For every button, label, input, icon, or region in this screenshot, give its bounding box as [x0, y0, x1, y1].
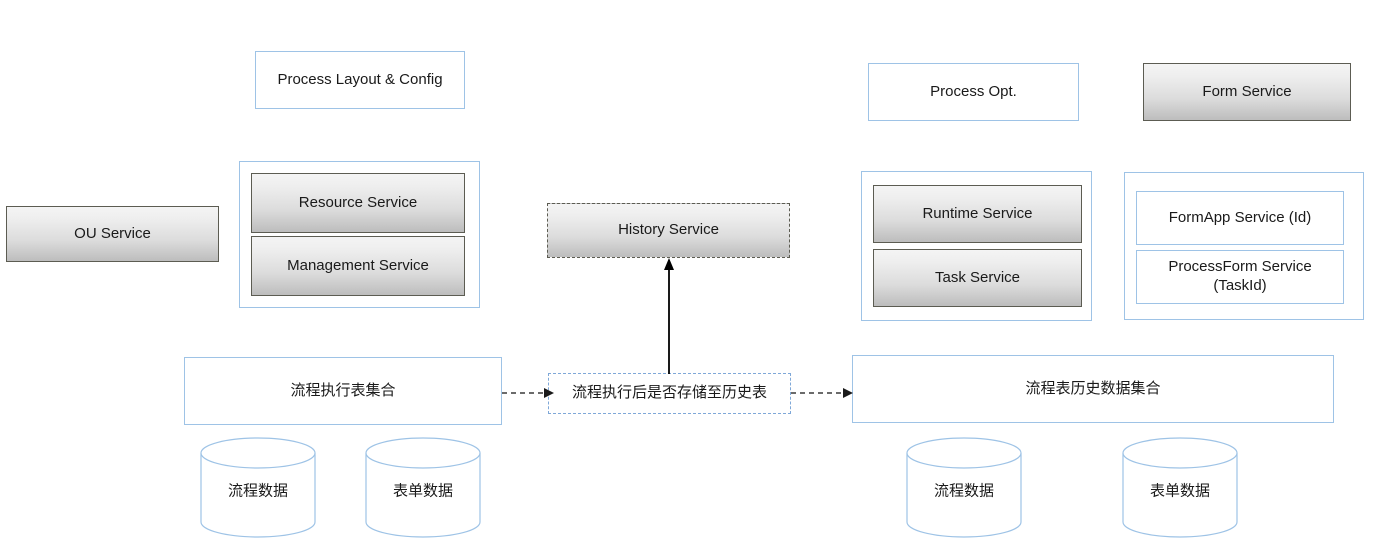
node-runtime-service[interactable]: Runtime Service — [873, 185, 1082, 243]
node-task-service[interactable]: Task Service — [873, 249, 1082, 307]
diagram-canvas: Process Layout & Config Process Opt. For… — [0, 0, 1382, 556]
node-label: 流程执行表集合 — [290, 381, 396, 399]
node-label: Form Service — [1202, 82, 1292, 100]
node-label: Management Service — [287, 256, 429, 274]
node-process-exec-tables[interactable]: 流程执行表集合 — [184, 357, 502, 425]
node-label: Resource Service — [298, 193, 418, 211]
node-label: Runtime Service — [922, 204, 1033, 222]
node-label: ProcessForm Service (TaskId) — [1168, 258, 1312, 294]
connector-exec-to-decision — [502, 383, 554, 403]
node-history-service[interactable]: History Service — [547, 203, 790, 258]
cylinder-label: 流程数据 — [227, 482, 288, 500]
node-management-service[interactable]: Management Service — [251, 236, 465, 296]
cylinder-label: 表单数据 — [392, 482, 453, 500]
node-label: OU Service — [74, 224, 151, 242]
node-form-service[interactable]: Form Service — [1143, 63, 1351, 121]
group-runtime-task: Runtime Service Task Service — [861, 171, 1092, 321]
node-label: 流程执行后是否存储至历史表 — [571, 384, 767, 402]
cylinder-left-form-data[interactable]: 表单数据 — [365, 437, 481, 538]
node-label: Task Service — [934, 268, 1021, 286]
node-process-opt[interactable]: Process Opt. — [868, 63, 1079, 121]
node-label: Process Opt. — [930, 82, 1017, 100]
connector-decision-to-history-service — [659, 258, 679, 374]
group-resource-management: Resource Service Management Service — [239, 161, 480, 308]
connector-decision-to-history-dataset — [791, 383, 853, 403]
node-label: History Service — [618, 221, 719, 239]
cylinder-label: 表单数据 — [1149, 482, 1210, 500]
cylinder-right-form-data[interactable]: 表单数据 — [1122, 437, 1238, 538]
node-process-layout-config[interactable]: Process Layout & Config — [255, 51, 465, 109]
node-formapp-service[interactable]: FormApp Service (Id) — [1136, 191, 1344, 245]
cylinder-left-process-data[interactable]: 流程数据 — [200, 437, 316, 538]
cylinder-right-process-data[interactable]: 流程数据 — [906, 437, 1022, 538]
node-label: 流程表历史数据集合 — [1025, 379, 1161, 397]
node-process-history-dataset[interactable]: 流程表历史数据集合 — [852, 355, 1334, 423]
node-resource-service[interactable]: Resource Service — [251, 173, 465, 233]
node-ou-service[interactable]: OU Service — [6, 206, 219, 262]
cylinder-label: 流程数据 — [933, 482, 994, 500]
node-processform-service[interactable]: ProcessForm Service (TaskId) — [1136, 250, 1344, 304]
node-label: Process Layout & Config — [277, 70, 443, 88]
node-label: FormApp Service (Id) — [1168, 208, 1312, 226]
group-form-services: FormApp Service (Id) ProcessForm Service… — [1124, 172, 1364, 320]
node-store-to-history-decision[interactable]: 流程执行后是否存储至历史表 — [548, 373, 791, 414]
